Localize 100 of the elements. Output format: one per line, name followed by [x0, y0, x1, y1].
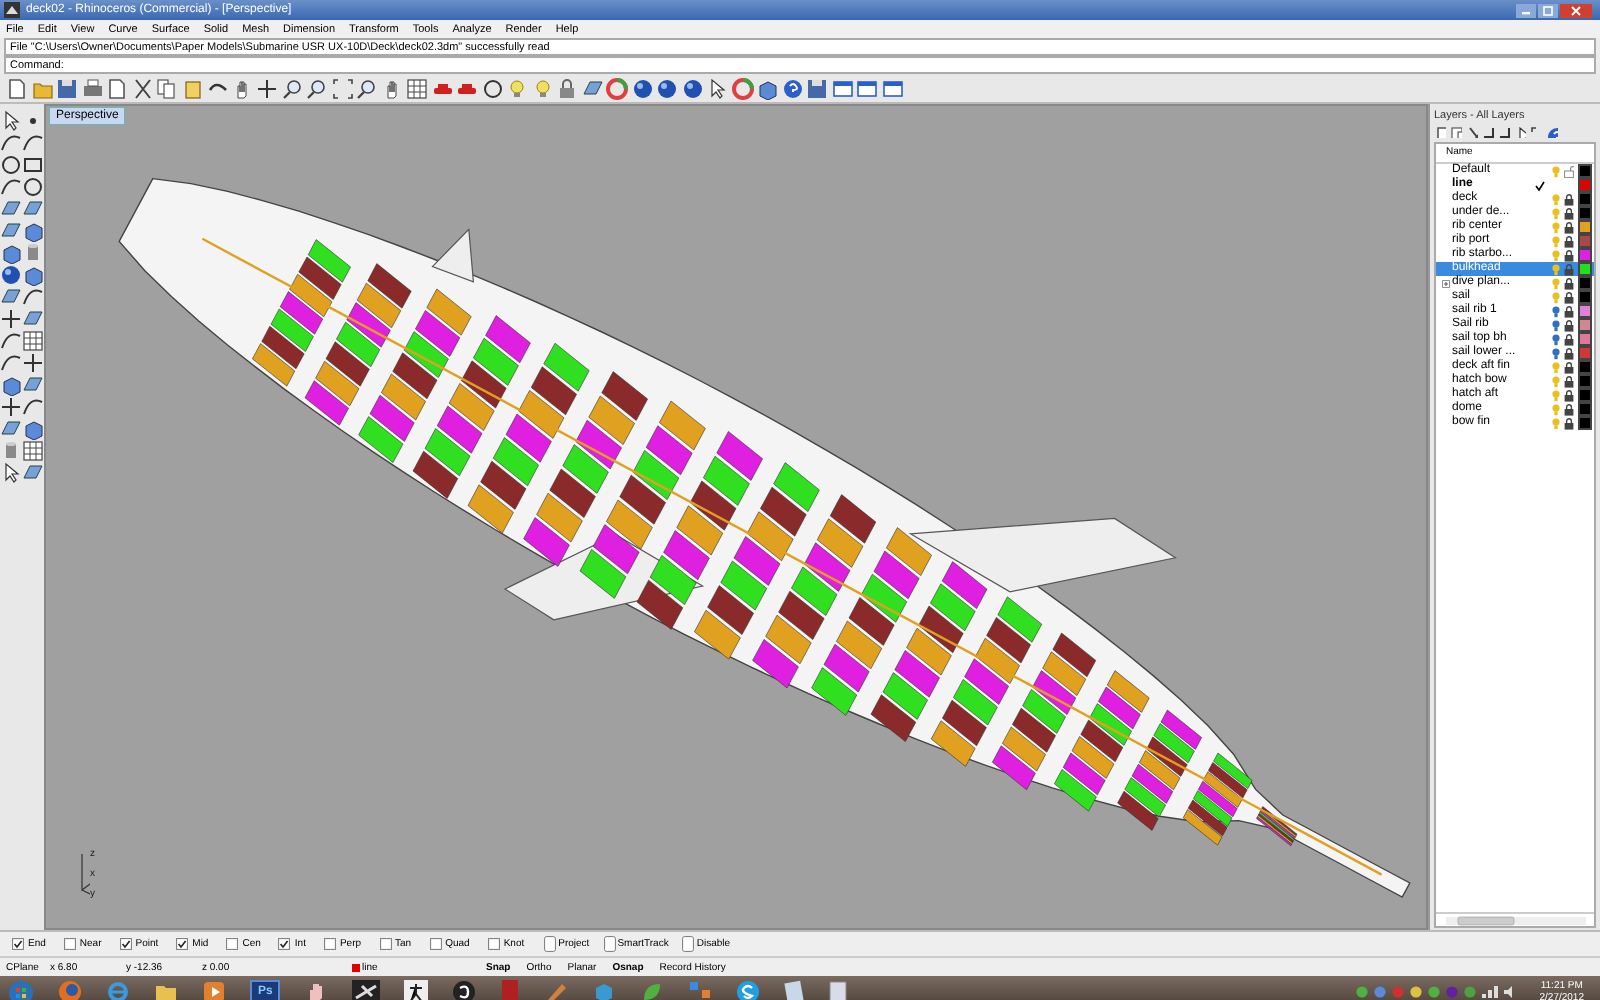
layer-color-swatch[interactable] [1578, 248, 1592, 262]
padlock-icon[interactable] [1564, 333, 1574, 345]
cube-icon[interactable] [592, 980, 617, 1000]
padlock-icon[interactable] [1564, 305, 1574, 317]
layer-color-swatch[interactable] [1578, 402, 1592, 416]
padlock-icon[interactable] [1564, 235, 1574, 247]
layer-color-swatch[interactable] [1578, 374, 1592, 388]
curve-icon[interactable] [0, 176, 22, 198]
curve-icon[interactable] [22, 132, 44, 154]
box-icon[interactable] [0, 242, 22, 264]
checkbox[interactable] [278, 938, 291, 950]
grid-icon[interactable] [22, 440, 44, 462]
circle-icon[interactable] [22, 176, 44, 198]
padlock-icon[interactable] [556, 77, 578, 99]
calculator-icon[interactable] [828, 980, 849, 1000]
color-wheel-icon[interactable] [606, 77, 628, 99]
e-globe-icon[interactable] [106, 980, 130, 1000]
window-icon[interactable] [881, 77, 903, 99]
minimize-icon[interactable] [1516, 3, 1536, 17]
layer-color-swatch[interactable] [1578, 416, 1592, 430]
magnifier-icon[interactable] [356, 77, 378, 99]
layer-color-swatch[interactable] [352, 963, 360, 971]
layer-color-swatch[interactable] [1578, 388, 1592, 402]
padlock-icon[interactable] [1564, 207, 1574, 219]
blocks-icon[interactable] [688, 980, 713, 1000]
surface-icon[interactable] [22, 374, 44, 396]
layer-color-swatch[interactable] [1578, 220, 1592, 234]
lightbulb-icon[interactable] [1552, 347, 1560, 359]
sphere-icon[interactable] [656, 77, 678, 99]
layer-color-swatch[interactable] [1578, 332, 1592, 346]
speaker-icon[interactable] [1503, 986, 1516, 998]
circle-icon[interactable] [0, 154, 22, 176]
leaf-icon[interactable] [640, 980, 665, 1000]
layer-color-swatch[interactable] [1578, 192, 1592, 206]
pencil-icon[interactable] [544, 980, 569, 1000]
toggle-box[interactable] [544, 936, 557, 952]
layer-color-swatch[interactable] [1578, 262, 1592, 276]
layer-color-swatch[interactable] [1578, 178, 1592, 192]
aircraft-icon[interactable] [352, 980, 381, 1000]
curve-icon[interactable] [0, 330, 22, 352]
fox-globe-icon[interactable] [58, 980, 82, 1000]
curve-icon[interactable] [0, 132, 22, 154]
open-padlock-icon[interactable] [1564, 165, 1574, 177]
padlock-icon[interactable] [1564, 193, 1574, 205]
padlock-icon[interactable] [1564, 347, 1574, 359]
padlock-icon[interactable] [1564, 403, 1574, 415]
folder-icon[interactable] [154, 980, 178, 1000]
window-icon[interactable] [831, 77, 853, 99]
network-signal-icon[interactable] [1481, 986, 1498, 998]
rectangle-icon[interactable] [22, 154, 44, 176]
clipboard-icon[interactable] [181, 77, 203, 99]
layer-color-swatch[interactable] [1578, 276, 1592, 290]
grid-icon[interactable] [22, 330, 44, 352]
toggle-box[interactable] [682, 936, 695, 952]
padlock-icon[interactable] [1564, 417, 1574, 429]
checkbox[interactable] [379, 938, 392, 950]
figure-icon[interactable] [404, 980, 429, 1000]
surface-icon[interactable] [0, 220, 22, 242]
surface-icon[interactable] [22, 308, 44, 330]
sphere-icon[interactable] [681, 77, 703, 99]
scrollbar[interactable] [1445, 915, 1585, 925]
checkbox[interactable] [487, 938, 500, 950]
checkbox[interactable] [12, 938, 24, 950]
padlock-icon[interactable] [1564, 291, 1574, 303]
close-icon[interactable] [1560, 3, 1592, 17]
checkbox[interactable] [323, 938, 336, 950]
checkbox[interactable] [176, 938, 189, 950]
surface-icon[interactable] [22, 198, 44, 220]
box-icon[interactable] [22, 220, 44, 242]
expand-icon[interactable] [1442, 279, 1450, 287]
checkbox[interactable] [429, 938, 442, 950]
layer-color-swatch[interactable] [1578, 346, 1592, 360]
padlock-icon[interactable] [1564, 375, 1574, 387]
layer-color-swatch[interactable] [1578, 164, 1592, 178]
start-orb-icon[interactable] [8, 979, 34, 1000]
lightbulb-icon[interactable] [1552, 305, 1560, 317]
grid-icon[interactable] [406, 77, 428, 99]
box-icon[interactable] [22, 418, 44, 440]
color-wheel-icon[interactable] [731, 77, 753, 99]
printer-icon[interactable] [81, 77, 103, 99]
window-icon[interactable] [856, 77, 878, 99]
box-icon[interactable] [22, 264, 44, 286]
layer-color-swatch[interactable] [1578, 234, 1592, 248]
swirl-icon[interactable] [452, 980, 477, 1000]
padlock-icon[interactable] [1564, 249, 1574, 261]
layer-color-swatch[interactable] [1578, 206, 1592, 220]
lightbulb-icon[interactable] [1552, 333, 1560, 345]
layer-color-swatch[interactable] [1578, 290, 1592, 304]
hand-icon[interactable] [381, 77, 403, 99]
toggle-box[interactable] [603, 936, 616, 952]
checkbox[interactable] [226, 938, 239, 950]
padlock-icon[interactable] [1564, 277, 1574, 289]
surface-icon[interactable] [22, 462, 44, 484]
curve-icon[interactable] [22, 396, 44, 418]
checkbox[interactable] [119, 938, 132, 950]
surface-icon[interactable] [0, 418, 22, 440]
magnifier-icon[interactable] [281, 77, 303, 99]
sphere-icon[interactable] [631, 77, 653, 99]
surface-icon[interactable] [0, 286, 22, 308]
checkbox[interactable] [63, 938, 76, 950]
